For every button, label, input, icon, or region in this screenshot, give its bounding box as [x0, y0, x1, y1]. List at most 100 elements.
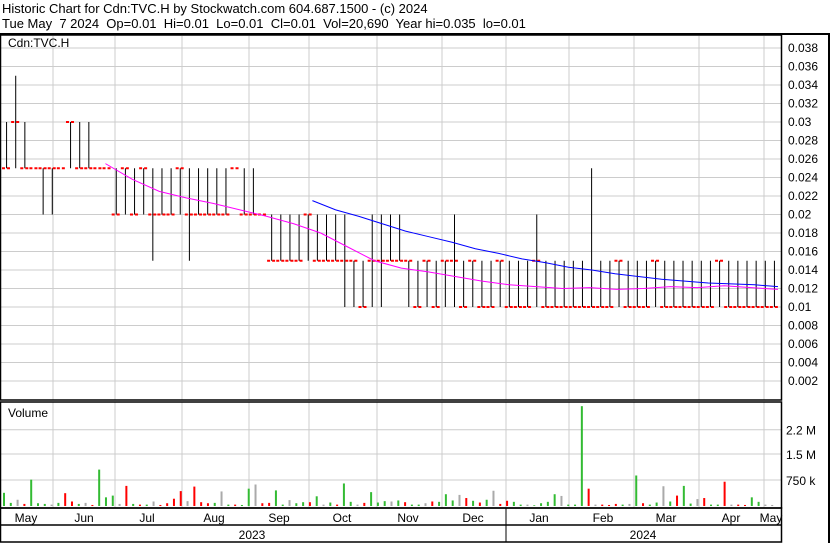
price-tick-label: 0.006	[788, 337, 818, 351]
volume-bar	[682, 485, 685, 506]
volume-bar	[9, 502, 12, 506]
volume-bar	[635, 475, 638, 506]
volume-tick-label: 1.5 M	[786, 448, 816, 462]
volume-bar	[703, 498, 706, 506]
volume-bar	[628, 503, 631, 506]
volume-bar	[444, 494, 447, 506]
volume-bar	[580, 406, 583, 506]
volume-bar	[737, 504, 740, 506]
volume-bar	[716, 504, 719, 506]
month-label: Apr	[722, 511, 741, 525]
price-tick-label: 0.036	[788, 60, 818, 74]
volume-bar	[274, 490, 277, 506]
volume-bar	[172, 498, 175, 506]
volume-bar	[546, 501, 549, 506]
volume-bar	[206, 503, 209, 506]
price-tick-label: 0.038	[788, 41, 818, 55]
volume-bar	[159, 504, 162, 506]
year-label: 2024	[630, 528, 657, 542]
volume-bar	[472, 500, 475, 506]
volume-bar	[77, 503, 80, 506]
volume-bar	[540, 503, 543, 506]
volume-bar	[506, 500, 509, 506]
volume-bar	[431, 501, 434, 506]
volume-bar	[669, 501, 672, 506]
price-tick-label: 0.018	[788, 226, 818, 240]
stockwatch-chart: Historic Chart for Cdn:TVC.H by Stockwat…	[0, 0, 830, 543]
volume-bar	[16, 499, 19, 506]
volume-bar	[648, 504, 651, 506]
volume-bar	[533, 505, 536, 506]
price-tick-label: 0.03	[788, 115, 812, 129]
year-label: 2023	[239, 528, 266, 542]
volume-bar	[302, 502, 305, 506]
volume-bar	[438, 501, 441, 506]
month-label: Nov	[397, 511, 418, 525]
volume-bar	[696, 499, 699, 506]
volume-tick-label: 2.2 M	[786, 424, 816, 438]
month-label: Oct	[333, 511, 352, 525]
volume-bar	[193, 486, 196, 506]
volume-bar	[104, 497, 107, 506]
price-tick-label: 0.002	[788, 374, 818, 388]
volume-tick-label: 750 k	[786, 474, 816, 488]
volume-bar	[247, 488, 250, 506]
chart-canvas: 0.038 0.036 0.034 0.032 0.03 0.028 0.026 0.024 0…	[0, 33, 830, 543]
volume-bar	[322, 504, 325, 506]
volume-bar	[458, 494, 461, 506]
volume-bar	[227, 504, 230, 506]
volume-bar	[553, 494, 556, 506]
price-tick-label: 0.016	[788, 245, 818, 259]
volume-bar	[397, 500, 400, 506]
volume-bar	[30, 479, 33, 506]
volume-bar	[390, 501, 393, 506]
volume-bar	[261, 503, 264, 506]
volume-bar	[376, 502, 379, 506]
volume-bar	[70, 501, 73, 506]
volume-bar	[23, 503, 26, 506]
volume-bar	[757, 501, 760, 506]
price-tick-label: 0.02	[788, 208, 812, 222]
volume-bar	[138, 504, 141, 506]
month-label: Mar	[656, 511, 677, 525]
volume-bar	[655, 502, 658, 506]
volume-bar	[342, 483, 345, 506]
volume-bar	[111, 495, 114, 506]
volume-bar	[145, 504, 148, 506]
volume-bar	[587, 488, 590, 506]
volume-bar	[91, 504, 94, 506]
volume-bar	[254, 484, 257, 506]
price-tick-label: 0.034	[788, 78, 818, 92]
volume-bar	[370, 492, 373, 506]
month-label: Feb	[593, 511, 614, 525]
volume-bar	[730, 504, 733, 506]
volume-bar	[764, 504, 767, 506]
volume-bar	[308, 502, 311, 506]
month-label: Aug	[203, 511, 224, 525]
volume-bar	[567, 504, 570, 506]
volume-bar	[744, 504, 747, 506]
volume-bar	[268, 502, 271, 506]
volume-bar	[519, 504, 522, 506]
volume-panel-title: Volume	[8, 406, 48, 420]
volume-bar	[295, 503, 298, 506]
volume-bar	[485, 499, 488, 506]
volume-bar	[288, 500, 291, 506]
volume-bar	[594, 504, 597, 506]
volume-bar	[118, 503, 121, 506]
volume-bar	[356, 504, 359, 506]
volume-bar	[349, 501, 352, 506]
volume-bar	[315, 496, 318, 506]
volume-bar	[499, 503, 502, 506]
volume-bar	[329, 502, 332, 506]
volume-bar	[404, 502, 407, 506]
price-tick-label: 0.014	[788, 263, 818, 277]
volume-bar	[84, 502, 87, 506]
volume-bar	[465, 498, 468, 506]
month-label: Jan	[529, 511, 548, 525]
price-tick-label: 0.028	[788, 134, 818, 148]
price-tick-label: 0.022	[788, 189, 818, 203]
volume-bar	[608, 504, 611, 506]
volume-bar	[152, 501, 155, 506]
ma-long-line	[312, 200, 779, 288]
